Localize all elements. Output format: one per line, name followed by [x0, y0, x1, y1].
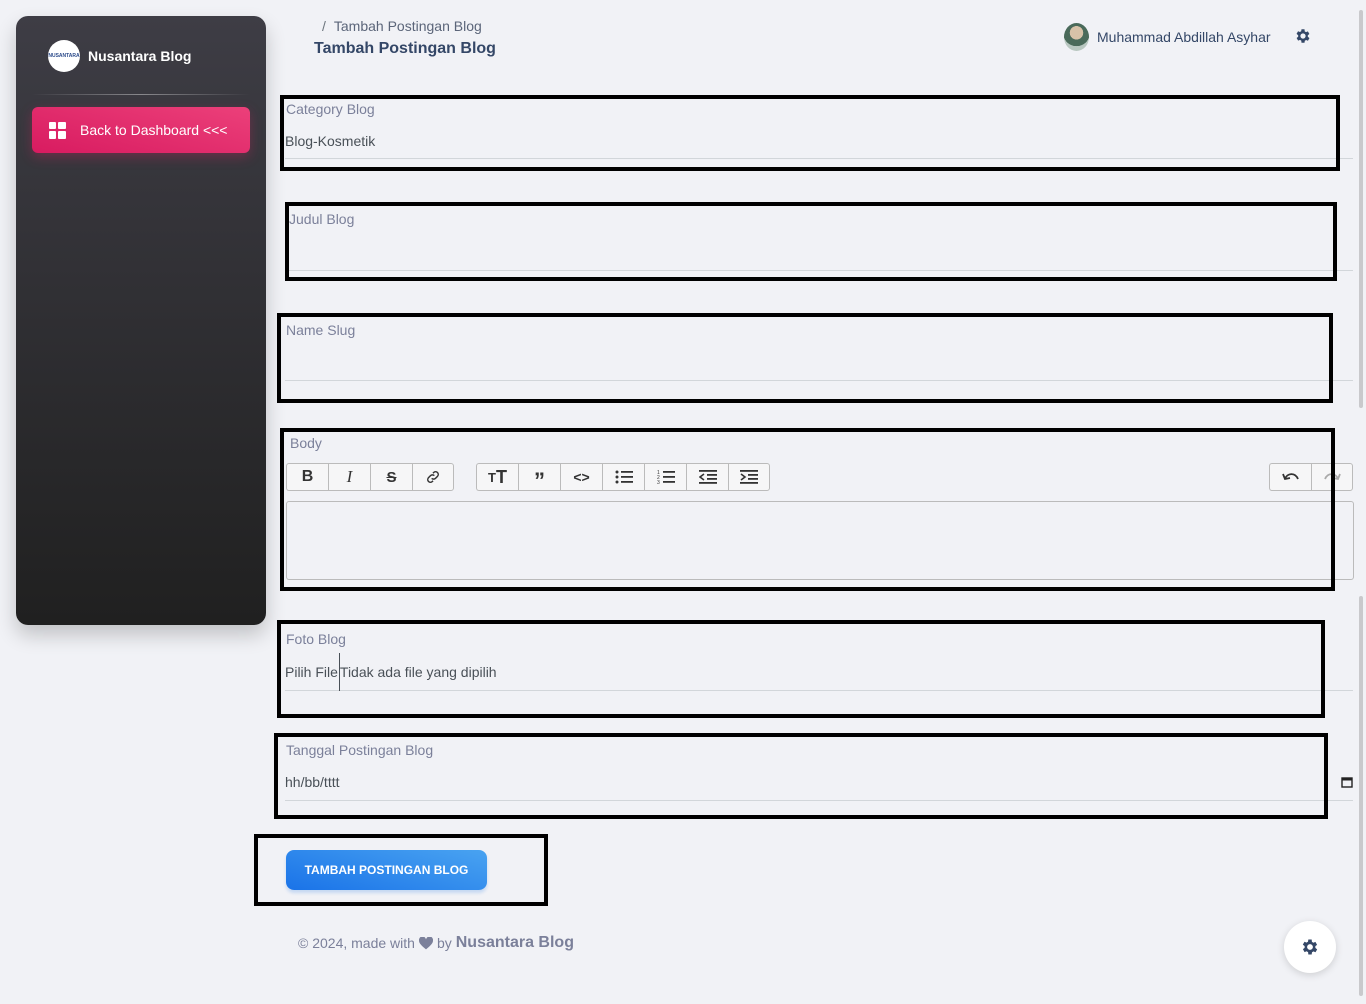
editor-toolbar-block: TT ” <> 123	[476, 463, 770, 492]
slug-field: Name Slug	[285, 322, 1354, 381]
footer-prefix: © 2024, made with	[298, 935, 415, 951]
foto-field: Foto Blog Pilih File Tidak ada file yang…	[285, 631, 1354, 691]
strikethrough-icon[interactable]: S	[370, 463, 412, 491]
foto-label: Foto Blog	[286, 631, 346, 647]
avatar	[1064, 23, 1089, 51]
sidebar: NUSANTARA Nusantara Blog Back to Dashboa…	[16, 16, 266, 625]
bullet-list-icon[interactable]	[602, 463, 644, 491]
breadcrumb-separator: /	[322, 18, 326, 34]
category-input[interactable]	[285, 123, 1353, 159]
date-placeholder: hh/bb/tttt	[285, 774, 340, 790]
brand-logo: NUSANTARA	[48, 40, 80, 72]
choose-file-button[interactable]: Pilih File	[285, 652, 340, 691]
footer: © 2024, made with by Nusantara Blog	[298, 934, 574, 952]
code-icon[interactable]: <>	[560, 463, 602, 491]
link-icon[interactable]	[412, 463, 454, 491]
redo-icon[interactable]	[1311, 463, 1353, 491]
tanggal-label: Tanggal Postingan Blog	[286, 742, 434, 758]
footer-by: by	[436, 935, 452, 951]
undo-icon[interactable]	[1269, 463, 1311, 491]
scrollbar-thumb[interactable]	[1359, 10, 1363, 408]
judul-label: Judul Blog	[289, 211, 355, 227]
nav-item-label: Back to Dashboard <<<	[80, 122, 228, 138]
bold-icon[interactable]: B	[286, 463, 328, 491]
judul-input[interactable]	[285, 235, 1353, 271]
editor-toolbar-history	[1269, 463, 1353, 491]
slug-input[interactable]	[285, 345, 1353, 381]
page-title: Tambah Postingan Blog	[314, 40, 496, 57]
numbered-list-icon[interactable]: 123	[644, 463, 686, 491]
body-field: Body	[286, 435, 1354, 451]
brand-name: Nusantara Blog	[88, 48, 192, 64]
scrollbar[interactable]	[1358, 0, 1364, 1004]
outdent-icon[interactable]	[686, 463, 728, 491]
indent-icon[interactable]	[728, 463, 770, 491]
heart-icon	[418, 936, 433, 949]
calendar-icon[interactable]	[1341, 776, 1353, 788]
footer-brand-link[interactable]: Nusantara Blog	[456, 934, 574, 952]
category-label: Category Blog	[286, 101, 375, 117]
submit-button[interactable]: TAMBAH POSTINGAN BLOG	[286, 850, 487, 890]
editor-toolbar-text: B I S	[286, 463, 454, 491]
brand-logo-text: NUSANTARA	[48, 53, 80, 59]
user-name: Muhammad Abdillah Asyhar	[1097, 29, 1271, 45]
svg-text:3: 3	[657, 480, 660, 485]
settings-fab[interactable]	[1284, 921, 1336, 973]
category-field: Category Blog	[285, 101, 1354, 159]
back-to-dashboard-link[interactable]: Back to Dashboard <<<	[32, 107, 250, 153]
foto-file-input[interactable]: Pilih File Tidak ada file yang dipilih	[285, 652, 1353, 691]
italic-icon[interactable]: I	[328, 463, 370, 491]
gear-icon[interactable]	[1294, 27, 1312, 45]
body-label: Body	[290, 435, 322, 451]
breadcrumb-current: Tambah Postingan Blog	[333, 18, 482, 34]
tanggal-field: Tanggal Postingan Blog hh/bb/tttt	[285, 742, 1354, 801]
quote-icon[interactable]: ”	[518, 463, 560, 492]
judul-field: Judul Blog	[285, 211, 1354, 271]
heading-icon[interactable]: TT	[476, 463, 518, 491]
scrollbar-thumb[interactable]	[1359, 596, 1363, 996]
breadcrumb: / Tambah Postingan Blog	[322, 18, 482, 34]
body-editor[interactable]	[286, 501, 1354, 580]
user-menu[interactable]: Muhammad Abdillah Asyhar	[1064, 23, 1271, 51]
tanggal-input[interactable]: hh/bb/tttt	[285, 764, 1353, 801]
gear-icon	[1302, 939, 1318, 955]
brand[interactable]: NUSANTARA Nusantara Blog	[48, 40, 191, 72]
file-status: Tidak ada file yang dipilih	[339, 663, 497, 680]
dashboard-icon	[49, 121, 66, 139]
sidebar-divider	[32, 94, 250, 95]
slug-label: Name Slug	[286, 322, 356, 338]
